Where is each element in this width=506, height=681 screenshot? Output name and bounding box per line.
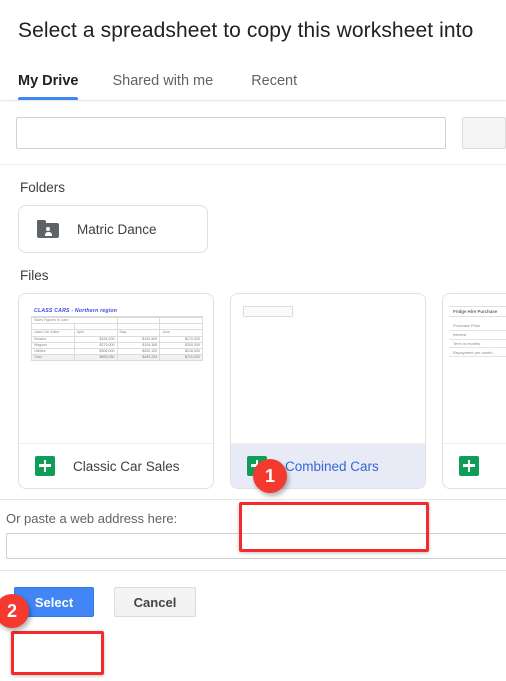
- mini-sheet-rows: Purchase Price Interest Term in months R…: [449, 322, 506, 358]
- files-section-label: Files: [20, 268, 49, 283]
- tab-recent-label: Recent: [251, 73, 298, 89]
- tab-my-drive-label: My Drive: [18, 73, 79, 89]
- google-sheets-icon: [247, 456, 267, 476]
- mini-sheet-placeholder: [243, 306, 293, 317]
- file-card-classic-car-sales[interactable]: CLASS CARS - Northern region Sales Figur…: [18, 293, 214, 489]
- web-address-input[interactable]: [6, 533, 506, 559]
- folders-section-label: Folders: [20, 180, 66, 195]
- mini-sheet-title: CLASS CARS - Northern region: [31, 306, 203, 317]
- annotation-rect-select-button: [11, 631, 104, 675]
- tab-shared-with-me-label: Shared with me: [112, 73, 214, 89]
- mini-cell: $710,000: [159, 354, 203, 362]
- file-thumbnail-combined-cars: [231, 294, 425, 443]
- file-card-footer-selected[interactable]: Combined Cars: [231, 443, 425, 488]
- mini-cell: Purchase Price: [449, 322, 506, 331]
- files-row: CLASS CARS - Northern region Sales Figur…: [0, 293, 506, 489]
- file-name: Combined Cars: [285, 458, 379, 474]
- select-button[interactable]: Select: [14, 587, 94, 617]
- tab-my-drive[interactable]: My Drive: [18, 73, 90, 100]
- mini-cell: $895,050: [73, 354, 118, 362]
- tab-bar: My Drive Shared with me Recent: [0, 56, 506, 100]
- mini-cell: Interest: [449, 331, 506, 340]
- mini-cell: $499,254: [116, 354, 161, 362]
- mini-cell: Repayment per month: [449, 348, 506, 358]
- file-card-footer[interactable]: Classic Car Sales: [19, 443, 213, 488]
- google-sheets-icon: [459, 456, 479, 476]
- file-card-third[interactable]: Fridge Hire Purchase Purchase Price Inte…: [442, 293, 506, 489]
- tab-recent[interactable]: Recent: [251, 73, 313, 100]
- cancel-button[interactable]: Cancel: [114, 587, 196, 617]
- mini-spreadsheet-preview: CLASS CARS - Northern region Sales Figur…: [31, 306, 203, 362]
- folder-name: Matric Dance: [77, 221, 157, 237]
- mini-cell: Total: [31, 354, 75, 362]
- file-name: Classic Car Sales: [73, 458, 180, 474]
- mini-cell: Term in months: [449, 340, 506, 349]
- folders-row: Matric Dance: [0, 205, 506, 253]
- shared-folder-icon: [37, 220, 59, 238]
- action-row: Select Cancel: [0, 571, 506, 617]
- search-input[interactable]: [16, 117, 446, 149]
- search-button[interactable]: [462, 117, 506, 149]
- search-row: [0, 101, 506, 164]
- google-sheets-icon: [35, 456, 55, 476]
- file-thumbnail-classic-car-sales: CLASS CARS - Northern region Sales Figur…: [19, 294, 213, 443]
- mini-sheet-grid: Sales Figures in June Used Car Sales Apr…: [31, 316, 203, 362]
- file-thumbnail-third: Fridge Hire Purchase Purchase Price Inte…: [443, 294, 506, 443]
- mini-sheet-title: Fridge Hire Purchase: [449, 306, 506, 317]
- folder-card-matric-dance[interactable]: Matric Dance: [18, 205, 208, 253]
- url-field-label: Or paste a web address here:: [6, 511, 178, 526]
- file-card-combined-cars[interactable]: Combined Cars: [230, 293, 426, 489]
- tab-shared-with-me[interactable]: Shared with me: [112, 73, 229, 100]
- page-title: Select a spreadsheet to copy this worksh…: [18, 19, 474, 42]
- file-card-footer[interactable]: [443, 443, 506, 488]
